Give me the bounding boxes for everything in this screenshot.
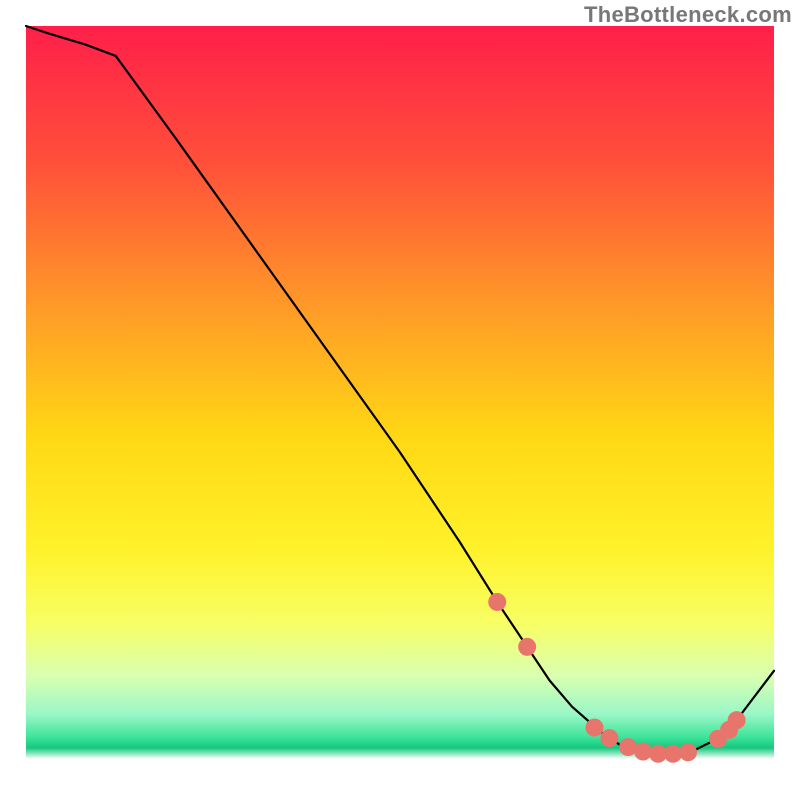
highlight-dot: [600, 729, 618, 747]
chart-svg: [0, 0, 800, 800]
highlight-dot: [728, 711, 746, 729]
highlight-dot: [679, 743, 697, 761]
plot-background: [26, 26, 774, 774]
highlight-dot: [585, 719, 603, 737]
highlight-dot: [488, 593, 506, 611]
highlight-dot: [518, 638, 536, 656]
chart-stage: TheBottleneck.com: [0, 0, 800, 800]
